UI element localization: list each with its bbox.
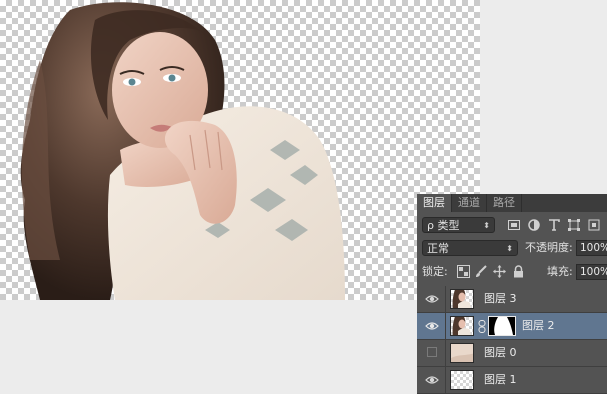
lock-all-padlock-icon[interactable] [512, 265, 525, 278]
layer-thumbnail [450, 343, 474, 363]
opacity-input[interactable]: 100% [576, 240, 607, 256]
layer-name: 图层 2 [522, 319, 555, 332]
layer-row-1[interactable]: 图层 1 [417, 367, 607, 394]
layer-row-2[interactable]: 图层 2 [417, 313, 607, 340]
divider [445, 313, 446, 339]
layer-mask-thumbnail[interactable] [488, 316, 516, 336]
layer-filter-select[interactable]: ρ 类型 ⬍ [422, 217, 495, 233]
pixel-layer-filter-icon[interactable] [507, 218, 521, 232]
shape-layer-filter-icon[interactable] [567, 218, 581, 232]
layer-filter-row: ρ 类型 ⬍ [417, 216, 607, 234]
visibility-toggle-off[interactable] [427, 347, 437, 357]
tab-channels[interactable]: 通道 [452, 194, 487, 212]
fill-input[interactable]: 100% [576, 264, 607, 280]
adjustment-layer-filter-icon[interactable] [527, 218, 541, 232]
panel-tab-bar: 图层 通道 路径 [417, 194, 607, 212]
visibility-eye-icon[interactable] [425, 293, 439, 305]
opacity-label: 不透明度: [525, 241, 573, 254]
divider [445, 340, 446, 366]
smart-object-filter-icon[interactable] [587, 218, 601, 232]
visibility-eye-icon[interactable] [425, 320, 439, 332]
layer-thumbnail [450, 289, 474, 309]
lock-label: 锁定: [422, 265, 448, 278]
layer-row-0[interactable]: 图层 0 [417, 340, 607, 367]
document-canvas[interactable] [0, 0, 480, 300]
blend-mode-value: 正常 [427, 242, 449, 255]
layers-panel: 图层 通道 路径 ρ 类型 ⬍ 正常 ⬍ 不透明度: 100% [417, 194, 607, 394]
layer-name: 图层 1 [484, 373, 517, 386]
select-arrows-icon: ⬍ [506, 244, 513, 253]
divider [445, 286, 446, 312]
lock-position-move-icon[interactable] [493, 265, 506, 278]
type-layer-filter-icon[interactable] [547, 218, 561, 232]
visibility-eye-icon[interactable] [425, 374, 439, 386]
mask-link-chain-icon[interactable] [478, 320, 486, 333]
fill-label: 填充: [547, 265, 573, 278]
layer-row-3[interactable]: 图层 3 [417, 286, 607, 313]
divider [445, 367, 446, 393]
layer-thumbnail-transparent [450, 370, 474, 390]
select-arrows-icon: ⬍ [483, 221, 490, 230]
lock-fill-row: 锁定: 填充: 100% [417, 263, 607, 281]
lock-image-pixels-brush-icon[interactable] [475, 265, 488, 278]
cutout-portrait-image [20, 2, 346, 300]
tab-paths[interactable]: 路径 [487, 194, 522, 212]
layer-thumbnail [450, 316, 474, 336]
blend-opacity-row: 正常 ⬍ 不透明度: 100% [417, 239, 607, 257]
layer-name: 图层 0 [484, 346, 517, 359]
layer-filter-value: ρ 类型 [427, 219, 460, 232]
tab-layers[interactable]: 图层 [417, 194, 452, 212]
layer-name: 图层 3 [484, 292, 517, 305]
lock-transparent-pixels-icon[interactable] [457, 265, 470, 278]
blend-mode-select[interactable]: 正常 ⬍ [422, 240, 518, 256]
